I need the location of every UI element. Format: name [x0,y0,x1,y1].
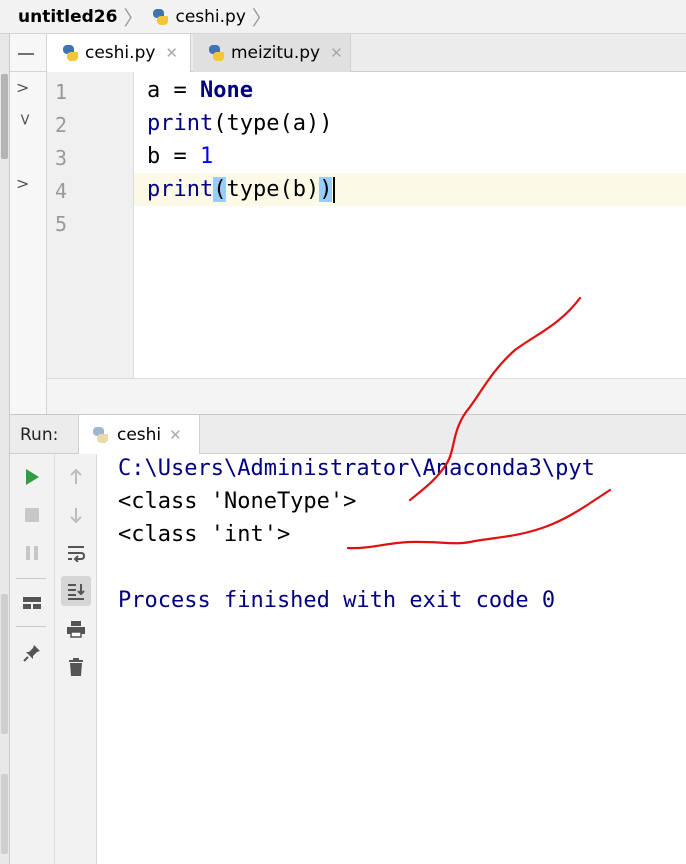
code-text: a = [147,78,200,103]
scroll-to-end-icon [68,584,85,600]
run-toolbar-secondary [55,454,97,864]
arrow-down-icon [70,508,82,524]
line-number: 2 [55,113,68,137]
scroll-to-end-button[interactable] [61,576,91,606]
play-icon [26,469,39,485]
run-tab-label: ceshi [117,425,162,445]
soft-wrap-icon [68,546,86,562]
run-console-output[interactable]: C:\Users\Administrator\Anaconda3\pyt <cl… [97,454,686,864]
python-file-icon [151,8,169,26]
builtin-token: print [147,177,214,202]
console-output-line: <class 'NoneType'> [118,489,357,514]
chevron-right-icon[interactable]: > [16,174,29,193]
close-icon[interactable]: ✕ [330,44,343,62]
chevron-right-icon: 〉 [251,6,272,30]
arrow-up-icon [70,468,82,484]
tab-label: ceshi.py [85,43,156,63]
run-panel-header: Run: ceshi ✕ [10,414,686,455]
toolbar-divider [16,626,46,627]
pin-tab-button[interactable] [17,638,47,668]
run-tab-ceshi[interactable]: ceshi ✕ [78,415,200,455]
console-command-line: C:\Users\Administrator\Anaconda3\pyt [118,456,595,481]
editor-tab-bar: ceshi.py ✕ meizitu.py ✕ [47,34,686,73]
project-tool-window-button[interactable] [1,74,8,159]
line-number: 3 [55,146,68,170]
stop-button[interactable] [17,500,47,530]
line-number: 5 [55,212,68,236]
tab-ceshi[interactable]: ceshi.py ✕ [47,34,191,73]
print-button[interactable] [61,614,91,644]
code-line[interactable]: print(type(a)) [147,111,332,136]
left-tool-window-strip [0,34,10,864]
text-caret [333,177,336,203]
breadcrumb-file-label: ceshi.py [175,6,246,27]
project-panel-header [10,34,47,72]
editor-empty-area [47,378,686,414]
code-text: b = [147,144,200,169]
line-number: 1 [55,80,68,104]
close-icon[interactable]: ✕ [169,426,182,444]
structure-tool-window-button[interactable] [1,594,8,734]
number-token: 1 [199,144,214,169]
pin-icon [23,645,40,662]
minimize-icon[interactable] [18,53,34,55]
breadcrumb-project-label: untitled26 [18,6,118,27]
current-line-highlight [47,173,686,206]
navigation-breadcrumb: untitled26 〉 ceshi.py 〉 [0,0,686,34]
code-text: (type(a)) [213,111,333,136]
tab-label: meizitu.py [231,43,321,63]
rerun-button[interactable] [17,462,47,492]
chevron-right-icon[interactable]: > [16,78,29,97]
previous-occurrence-button[interactable] [61,462,91,492]
favorites-tool-window-button[interactable] [1,774,8,854]
code-text: type(b) [226,177,320,202]
line-number-gutter: 1 2 3 4 5 [47,72,134,378]
breadcrumb-file[interactable]: ceshi.py [151,0,246,33]
code-line[interactable]: a = None [147,78,253,103]
project-panel: > > > [10,34,47,414]
pause-button[interactable] [17,538,47,568]
soft-wrap-button[interactable] [61,538,91,568]
toolbar-divider [16,578,46,579]
python-file-icon [61,44,79,62]
layout-icon [23,597,41,609]
next-occurrence-button[interactable] [61,500,91,530]
python-file-icon [207,44,225,62]
restore-layout-button[interactable] [17,588,47,618]
code-editor[interactable]: 1 2 3 4 5 a = None print(type(a)) b = 1 … [47,72,686,378]
matched-brace: ( [213,177,227,202]
breadcrumb-project[interactable]: untitled26 [0,0,117,33]
python-run-config-icon [91,426,109,444]
keyword-token: None [199,78,253,103]
trash-icon [69,658,83,676]
clear-all-button[interactable] [61,652,91,682]
printer-icon [67,621,85,638]
line-number: 4 [55,179,68,203]
console-exit-line: Process finished with exit code 0 [118,588,556,613]
chevron-down-icon[interactable]: > [16,113,35,126]
matched-brace: ) [319,177,333,202]
close-icon[interactable]: ✕ [165,44,178,62]
tab-meizitu[interactable]: meizitu.py ✕ [193,34,351,72]
stop-icon [25,508,39,522]
run-toolbar-primary [10,454,55,864]
code-line[interactable]: b = 1 [147,144,213,169]
console-output-line: <class 'int'> [118,522,291,547]
builtin-token: print [147,111,214,136]
code-line[interactable]: print(type(b)) [147,177,336,203]
chevron-right-icon: 〉 [123,6,144,30]
pause-icon [26,546,38,560]
run-panel-label: Run: [20,425,59,445]
